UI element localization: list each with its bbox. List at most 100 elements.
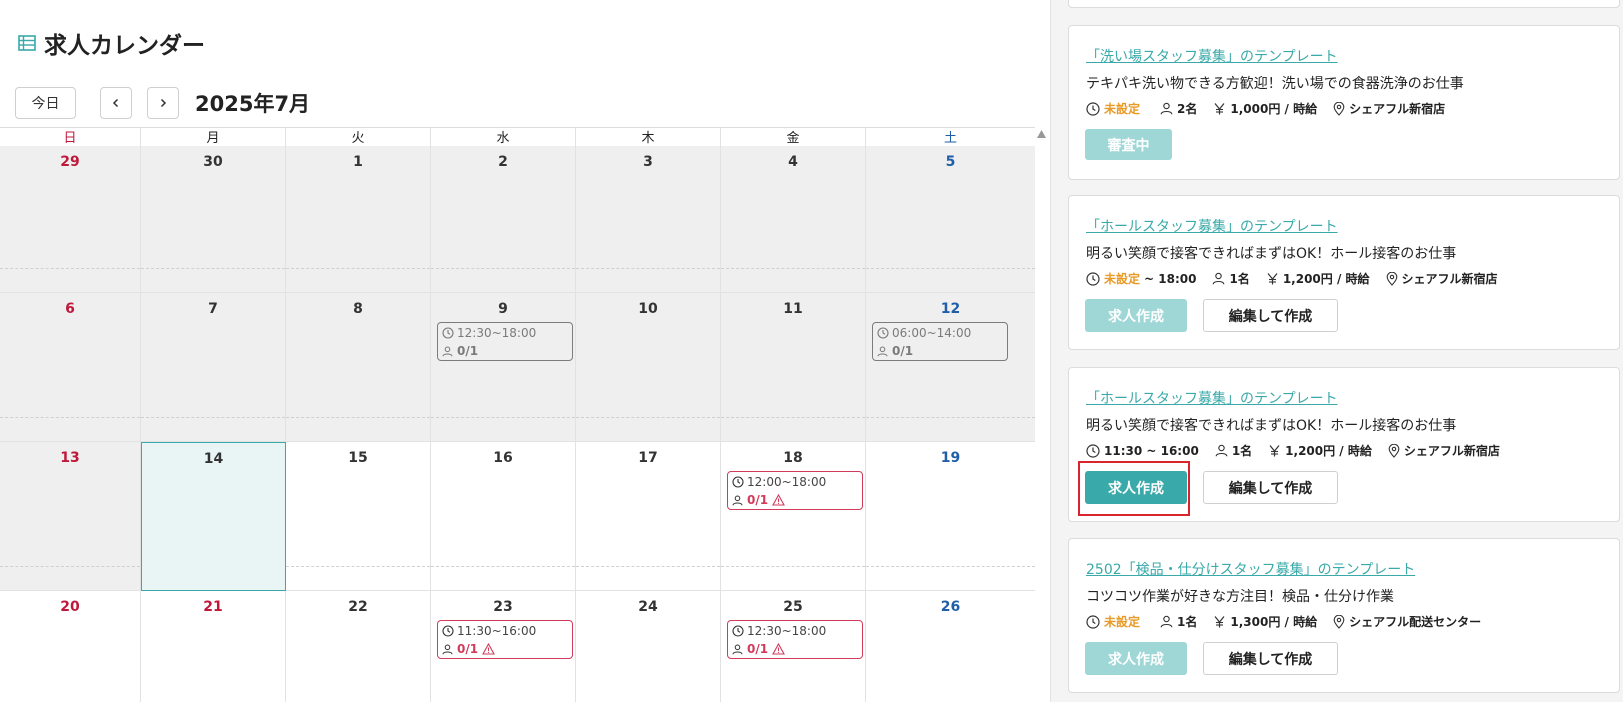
create-job-button[interactable]: 求人作成 bbox=[1085, 299, 1187, 332]
scroll-up-arrow-icon[interactable] bbox=[1036, 129, 1047, 139]
person-icon bbox=[1160, 102, 1173, 115]
day-cell[interactable]: 19 bbox=[866, 442, 1035, 591]
edit-and-create-button[interactable]: 編集して作成 bbox=[1203, 471, 1338, 504]
day-cell[interactable]: 8 bbox=[286, 293, 431, 442]
day-number: 9 bbox=[498, 301, 508, 317]
people-count: 1名 bbox=[1229, 272, 1250, 286]
day-cell[interactable]: 2 bbox=[431, 146, 576, 293]
day-cell[interactable]: 20 bbox=[0, 591, 141, 702]
day-number: 17 bbox=[638, 450, 658, 466]
yen-icon bbox=[1214, 103, 1225, 115]
clock-icon bbox=[877, 327, 889, 339]
calendar-event[interactable]: 12:30~18:00 0/1 bbox=[727, 620, 863, 659]
day-cell[interactable]: 13 bbox=[0, 442, 141, 591]
time-unset: 未設定 bbox=[1104, 615, 1141, 629]
warning-icon bbox=[772, 643, 786, 655]
day-cell[interactable]: 3 bbox=[576, 146, 721, 293]
day-cell[interactable]: 26 bbox=[866, 591, 1035, 702]
template-title-link[interactable]: 「ホールスタッフ募集」のテンプレート bbox=[1086, 216, 1338, 236]
event-time-row: 12:00~18:00 bbox=[732, 475, 826, 489]
today-button[interactable]: 今日 bbox=[15, 87, 76, 119]
day-number: 11 bbox=[783, 301, 803, 317]
meta-people: 2名 bbox=[1160, 100, 1197, 117]
day-number: 24 bbox=[638, 599, 658, 615]
clock-icon bbox=[732, 476, 744, 488]
day-cell[interactable]: 21 bbox=[141, 591, 286, 702]
day-cell-today[interactable]: 14 bbox=[141, 442, 286, 591]
event-time-row: 06:00~14:00 bbox=[877, 326, 971, 340]
prev-month-button[interactable] bbox=[100, 87, 132, 119]
day-cell[interactable]: 15 bbox=[286, 442, 431, 591]
next-month-button[interactable] bbox=[147, 87, 179, 119]
day-cell[interactable]: 11 bbox=[721, 293, 866, 442]
day-cell[interactable]: 16 bbox=[431, 442, 576, 591]
template-actions: 求人作成 編集して作成 bbox=[1085, 642, 1338, 675]
template-card: 「洗い場スタッフ募集」のテンプレート テキパキ洗い物できる方歓迎！洗い場での食器… bbox=[1068, 25, 1620, 180]
meta-wage: 1,200円 / 時給 bbox=[1266, 270, 1370, 287]
day-cell[interactable]: 12 06:00~14:00 0/1 bbox=[866, 293, 1035, 442]
meta-time: 11:30 ~ 16:00 bbox=[1086, 444, 1199, 458]
page-header: 求人カレンダー bbox=[18, 26, 205, 60]
calendar-toolbar: 今日 2025年7月 bbox=[15, 87, 310, 119]
template-actions: 求人作成 編集して作成 bbox=[1085, 299, 1338, 332]
meta-people: 1名 bbox=[1160, 613, 1197, 630]
template-card: 「ホールスタッフ募集」のテンプレート 明るい笑顔で接客できればまずはOK！ホール… bbox=[1068, 195, 1620, 350]
clock-icon bbox=[442, 327, 454, 339]
list-icon bbox=[18, 35, 36, 51]
template-card bbox=[1068, 0, 1620, 8]
create-job-button[interactable]: 求人作成 bbox=[1085, 642, 1187, 675]
meta-wage: 1,200円 / 時給 bbox=[1268, 442, 1372, 459]
template-description: コツコツ作業が好きな方注目！検品・仕分け作業 bbox=[1086, 589, 1394, 605]
day-cell[interactable]: 6 bbox=[0, 293, 141, 442]
person-icon bbox=[442, 346, 453, 356]
day-number: 10 bbox=[638, 301, 658, 317]
day-cell[interactable]: 22 bbox=[286, 591, 431, 702]
template-description: 明るい笑顔で接客できればまずはOK！ホール接客のお仕事 bbox=[1086, 246, 1457, 262]
day-cell[interactable]: 23 11:30~16:00 0/1 bbox=[431, 591, 576, 702]
template-title-link[interactable]: 「ホールスタッフ募集」のテンプレート bbox=[1086, 388, 1338, 408]
template-title-link[interactable]: 2502「検品・仕分けスタッフ募集」のテンプレート bbox=[1086, 559, 1415, 579]
calendar-week: 29 30 1 2 3 4 5 bbox=[0, 146, 1035, 293]
day-cell[interactable]: 29 bbox=[0, 146, 141, 293]
template-meta: 11:30 ~ 16:00 1名 1,200円 / 時給 シェアフル新宿店 bbox=[1086, 442, 1516, 459]
location-pin-icon bbox=[1333, 101, 1345, 116]
day-cell[interactable]: 9 12:30~18:00 0/1 bbox=[431, 293, 576, 442]
day-cell[interactable]: 1 bbox=[286, 146, 431, 293]
clock-icon bbox=[442, 625, 454, 637]
calendar-event[interactable]: 12:00~18:00 0/1 bbox=[727, 471, 863, 510]
calendar-event[interactable]: 11:30~16:00 0/1 bbox=[437, 620, 573, 659]
time-end: ~ 18:00 bbox=[1144, 271, 1197, 286]
edit-and-create-button[interactable]: 編集して作成 bbox=[1203, 642, 1338, 675]
day-cell[interactable]: 18 12:00~18:00 0/1 bbox=[721, 442, 866, 591]
day-cell[interactable]: 25 12:30~18:00 0/1 bbox=[721, 591, 866, 702]
edit-and-create-button[interactable]: 編集して作成 bbox=[1203, 299, 1338, 332]
meta-wage: 1,300円 / 時給 bbox=[1213, 613, 1317, 630]
template-title-link[interactable]: 「洗い場スタッフ募集」のテンプレート bbox=[1086, 46, 1338, 66]
day-cell[interactable]: 7 bbox=[141, 293, 286, 442]
time-unset: 未設定 bbox=[1104, 272, 1141, 286]
day-cell[interactable]: 24 bbox=[576, 591, 721, 702]
event-count-row: 0/1 bbox=[732, 642, 786, 656]
calendar-week: 13 14 15 16 17 18 12:00~18:00 0/1 19 bbox=[0, 442, 1035, 591]
yen-icon bbox=[1214, 616, 1225, 628]
clock-icon bbox=[1086, 101, 1100, 116]
day-cell[interactable]: 10 bbox=[576, 293, 721, 442]
app-root: 求人カレンダー 今日 2025年7月 日 月 火 水 木 金 土 29 30 1… bbox=[0, 0, 1623, 702]
event-time-row: 11:30~16:00 bbox=[442, 624, 536, 638]
people-count: 1名 bbox=[1177, 615, 1198, 629]
day-cell[interactable]: 30 bbox=[141, 146, 286, 293]
event-count-row: 0/1 bbox=[732, 493, 786, 507]
day-number: 5 bbox=[945, 154, 956, 170]
calendar-week: 6 7 8 9 12:30~18:00 0/1 10 11 12 06:00~1… bbox=[0, 293, 1035, 442]
day-number: 13 bbox=[60, 450, 80, 466]
event-time: 06:00~14:00 bbox=[892, 326, 972, 340]
day-cell[interactable]: 4 bbox=[721, 146, 866, 293]
template-meta: 未設定 1名 1,300円 / 時給 シェアフル配送センター bbox=[1086, 613, 1497, 630]
day-number: 3 bbox=[643, 154, 653, 170]
calendar-event[interactable]: 06:00~14:00 0/1 bbox=[872, 322, 1008, 361]
location-pin-icon bbox=[1388, 443, 1400, 458]
day-cell[interactable]: 5 bbox=[866, 146, 1035, 293]
calendar-event[interactable]: 12:30~18:00 0/1 bbox=[437, 322, 573, 361]
chevron-left-icon bbox=[112, 98, 119, 108]
day-cell[interactable]: 17 bbox=[576, 442, 721, 591]
